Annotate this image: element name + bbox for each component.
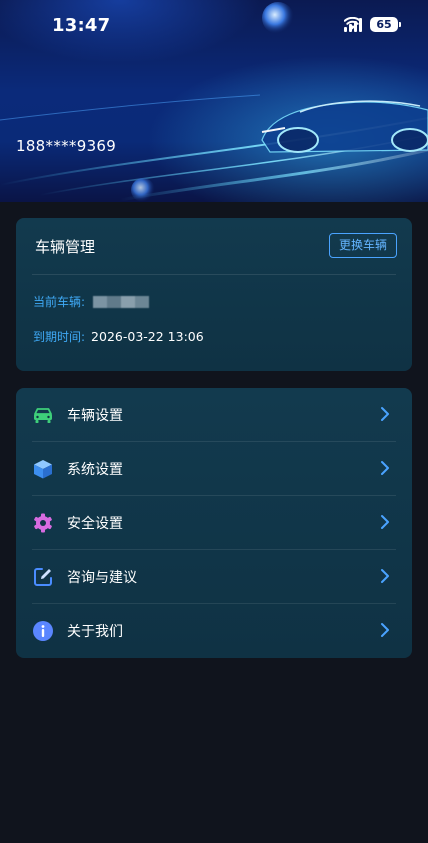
status-icons: 65 — [344, 17, 401, 32]
vehicle-card-title: 车辆管理 — [35, 238, 96, 256]
menu-item-label: 车辆设置 — [67, 408, 123, 424]
battery-icon: 65 — [370, 17, 401, 32]
status-time: 13:47 — [52, 15, 111, 36]
current-vehicle-row: 当前车辆: — [33, 293, 150, 310]
menu-item-security-settings[interactable]: 安全设置 — [16, 496, 412, 550]
menu-item-vehicle-settings[interactable]: 车辆设置 — [16, 388, 412, 442]
edit-icon — [34, 568, 52, 586]
current-vehicle-label: 当前车辆: — [33, 295, 86, 309]
chevron-right-icon — [381, 623, 389, 637]
gear-icon — [34, 513, 52, 533]
chevron-right-icon — [381, 515, 389, 529]
menu-item-feedback[interactable]: 咨询与建议 — [16, 550, 412, 604]
divider — [32, 274, 396, 275]
menu-item-label: 关于我们 — [67, 624, 123, 640]
expire-time-value: 2026-03-22 13:06 — [91, 329, 204, 344]
cube-icon — [34, 460, 52, 479]
info-icon — [33, 621, 53, 641]
expire-time-label: 到期时间: — [33, 330, 86, 344]
header-banner: 13:47 65 188****9369 — [0, 0, 428, 202]
user-phone: 188****9369 — [16, 137, 117, 155]
wifi-icon — [344, 17, 361, 30]
vehicle-management-card: 车辆管理 更换车辆 当前车辆: 到期时间: 2026-03-22 13:06 — [16, 218, 412, 371]
status-bar: 13:47 65 — [0, 0, 428, 54]
profile-page: 13:47 65 188****9369 车辆管理 更换车辆 当前车辆: 到期时… — [0, 0, 428, 843]
car-illustration — [261, 100, 428, 153]
settings-menu: 车辆设置 系统设置 安全设置 咨询与建议 关于我们 — [16, 388, 412, 658]
vehicle-plate-redacted — [93, 295, 150, 308]
car-icon — [34, 408, 52, 423]
menu-item-label: 系统设置 — [67, 462, 123, 478]
chevron-right-icon — [381, 407, 389, 421]
chevron-right-icon — [381, 461, 389, 475]
vehicle-card-header: 车辆管理 更换车辆 — [16, 218, 412, 274]
expire-time-row: 到期时间: 2026-03-22 13:06 — [33, 328, 204, 345]
menu-item-label: 咨询与建议 — [67, 570, 137, 586]
menu-item-label: 安全设置 — [67, 516, 123, 532]
menu-item-about-us[interactable]: 关于我们 — [16, 604, 412, 658]
menu-item-system-settings[interactable]: 系统设置 — [16, 442, 412, 496]
chevron-right-icon — [381, 569, 389, 583]
change-vehicle-button[interactable]: 更换车辆 — [329, 233, 397, 258]
